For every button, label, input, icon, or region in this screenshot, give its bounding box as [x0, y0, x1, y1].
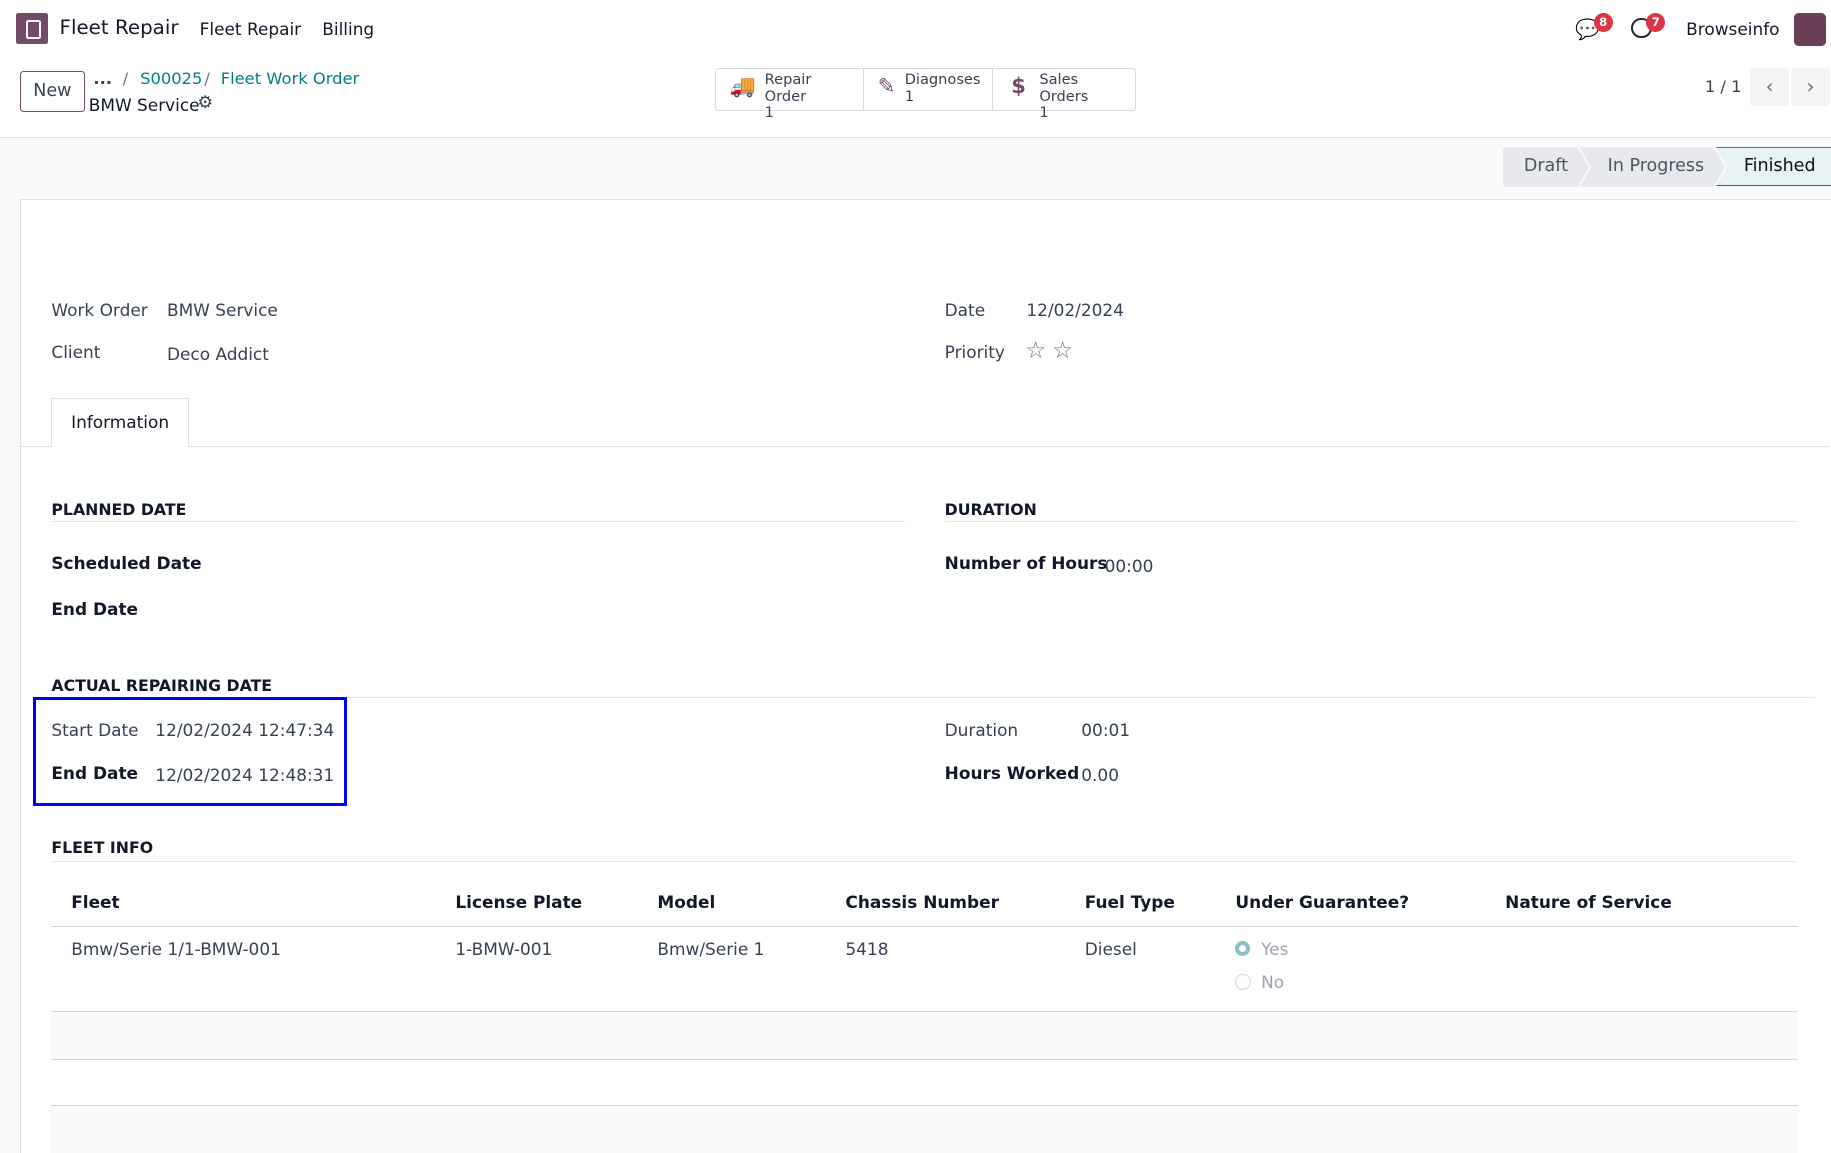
actual-repairing-date-heading: ACTUAL REPAIRING DATE	[51, 676, 273, 696]
number-of-hours-field[interactable]: 00:00	[1105, 556, 1154, 576]
new-button[interactable]: New	[19, 71, 85, 112]
breadcrumb-more[interactable]: ...	[93, 69, 112, 88]
stage-finished[interactable]: Finished	[1715, 147, 1831, 187]
client-field[interactable]: Deco Addict	[167, 344, 269, 364]
breadcrumb-s00025[interactable]: S00025	[140, 69, 202, 88]
planned-end-date-label: End Date	[51, 599, 139, 620]
truck-icon: 🚚	[729, 73, 756, 99]
client-label: Client	[51, 342, 101, 363]
menu-billing[interactable]: Billing	[322, 19, 374, 39]
smart-buttons: 🚚 Repair Order 1 ✎ Diagnoses 1 $ Sales Orders…	[714, 67, 1136, 121]
breadcrumb-fleet-work-order[interactable]: Fleet Work Order	[221, 69, 360, 88]
cell-chassis-number: 5418	[845, 938, 889, 959]
highlight-box	[32, 697, 347, 806]
column-nature-of-service[interactable]: Nature of Service	[1505, 892, 1672, 912]
hours-worked-field[interactable]: 0.00	[1081, 765, 1119, 785]
column-fuel-type[interactable]: Fuel Type	[1085, 892, 1175, 912]
record-title: BMW Service	[88, 94, 200, 115]
start-date-field[interactable]: 12/02/2024 12:47:34	[155, 720, 334, 740]
number-of-hours-label: Number of Hours	[944, 553, 1108, 574]
column-under-guarantee[interactable]: Under Guarantee?	[1235, 892, 1409, 912]
menu-fleet-repair[interactable]: Fleet Repair	[200, 19, 301, 39]
date-field[interactable]: 12/02/2024	[1026, 300, 1124, 320]
tab-information[interactable]: Information	[51, 398, 189, 449]
edit-icon: ✎	[877, 73, 896, 99]
priority-label: Priority	[944, 342, 1005, 363]
planned-date-heading: PLANNED DATE	[51, 499, 187, 519]
pager-next-button[interactable]: ›	[1791, 67, 1830, 107]
column-model[interactable]: Model	[657, 892, 715, 912]
app-name[interactable]: Fleet Repair	[60, 16, 179, 39]
messages-badge: 8	[1593, 12, 1613, 32]
scheduled-date-input[interactable]	[210, 549, 887, 577]
column-chassis-number[interactable]: Chassis Number	[845, 892, 999, 912]
tab-divider	[21, 446, 1830, 448]
user-name[interactable]: Browseinfo	[1686, 19, 1779, 39]
duration-heading: DURATION	[944, 499, 1037, 519]
work-order-field[interactable]: BMW Service	[167, 300, 278, 320]
guarantee-no-label: No	[1261, 971, 1285, 992]
guarantee-yes-label: Yes	[1261, 938, 1289, 959]
scheduled-date-label: Scheduled Date	[51, 553, 202, 574]
status-bar: Draft In Progress Finished	[1503, 147, 1831, 187]
cell-fuel-type: Diesel	[1084, 938, 1137, 959]
cell-model: Bmw/Serie 1	[657, 938, 765, 959]
priority-star-icon[interactable]: ☆	[1052, 336, 1073, 364]
stage-in-progress[interactable]: In Progress	[1580, 147, 1726, 187]
duration-field[interactable]: 00:01	[1081, 720, 1130, 740]
planned-end-date-input[interactable]	[210, 594, 887, 622]
actual-end-date-label: End Date	[51, 762, 139, 783]
stage-draft[interactable]: Draft	[1503, 147, 1589, 187]
pager-value[interactable]: 1 / 1	[1705, 77, 1742, 96]
pager-previous-button[interactable]: ‹	[1750, 67, 1789, 107]
diagnoses-button[interactable]: ✎ Diagnoses 1	[864, 68, 994, 110]
column-license-plate[interactable]: License Plate	[455, 892, 582, 912]
duration-label: Duration	[944, 720, 1019, 741]
cell-fleet: Bmw/Serie 1/1-BMW-001	[71, 938, 281, 959]
cell-license-plate: 1-BMW-001	[455, 938, 553, 959]
table-row[interactable]	[51, 927, 1798, 1011]
start-date-label: Start Date	[51, 720, 139, 741]
activities-badge: 7	[1646, 12, 1666, 32]
repair-order-button[interactable]: 🚚 Repair Order 1	[716, 68, 864, 121]
dollar-icon: $	[1011, 73, 1026, 99]
top-navbar: Fleet Repair Fleet Repair Billing 💬 8 7 …	[0, 0, 1831, 56]
hours-worked-label: Hours Worked	[944, 762, 1080, 783]
empty-row	[51, 1012, 1799, 1060]
priority-star-icon[interactable]: ☆	[1025, 336, 1046, 364]
app-logo-icon[interactable]	[16, 12, 48, 45]
fleet-info-heading: FLEET INFO	[51, 838, 154, 858]
actual-end-date-field[interactable]: 12/02/2024 12:48:31	[155, 765, 334, 785]
sales-orders-button[interactable]: $ Sales Orders 1	[993, 69, 1133, 121]
work-order-label: Work Order	[51, 300, 148, 321]
column-fleet[interactable]: Fleet	[71, 892, 119, 912]
empty-row	[51, 1105, 1799, 1153]
user-avatar[interactable]	[1793, 12, 1827, 46]
date-label: Date	[944, 300, 986, 321]
gear-icon[interactable]: ⚙	[197, 93, 213, 113]
